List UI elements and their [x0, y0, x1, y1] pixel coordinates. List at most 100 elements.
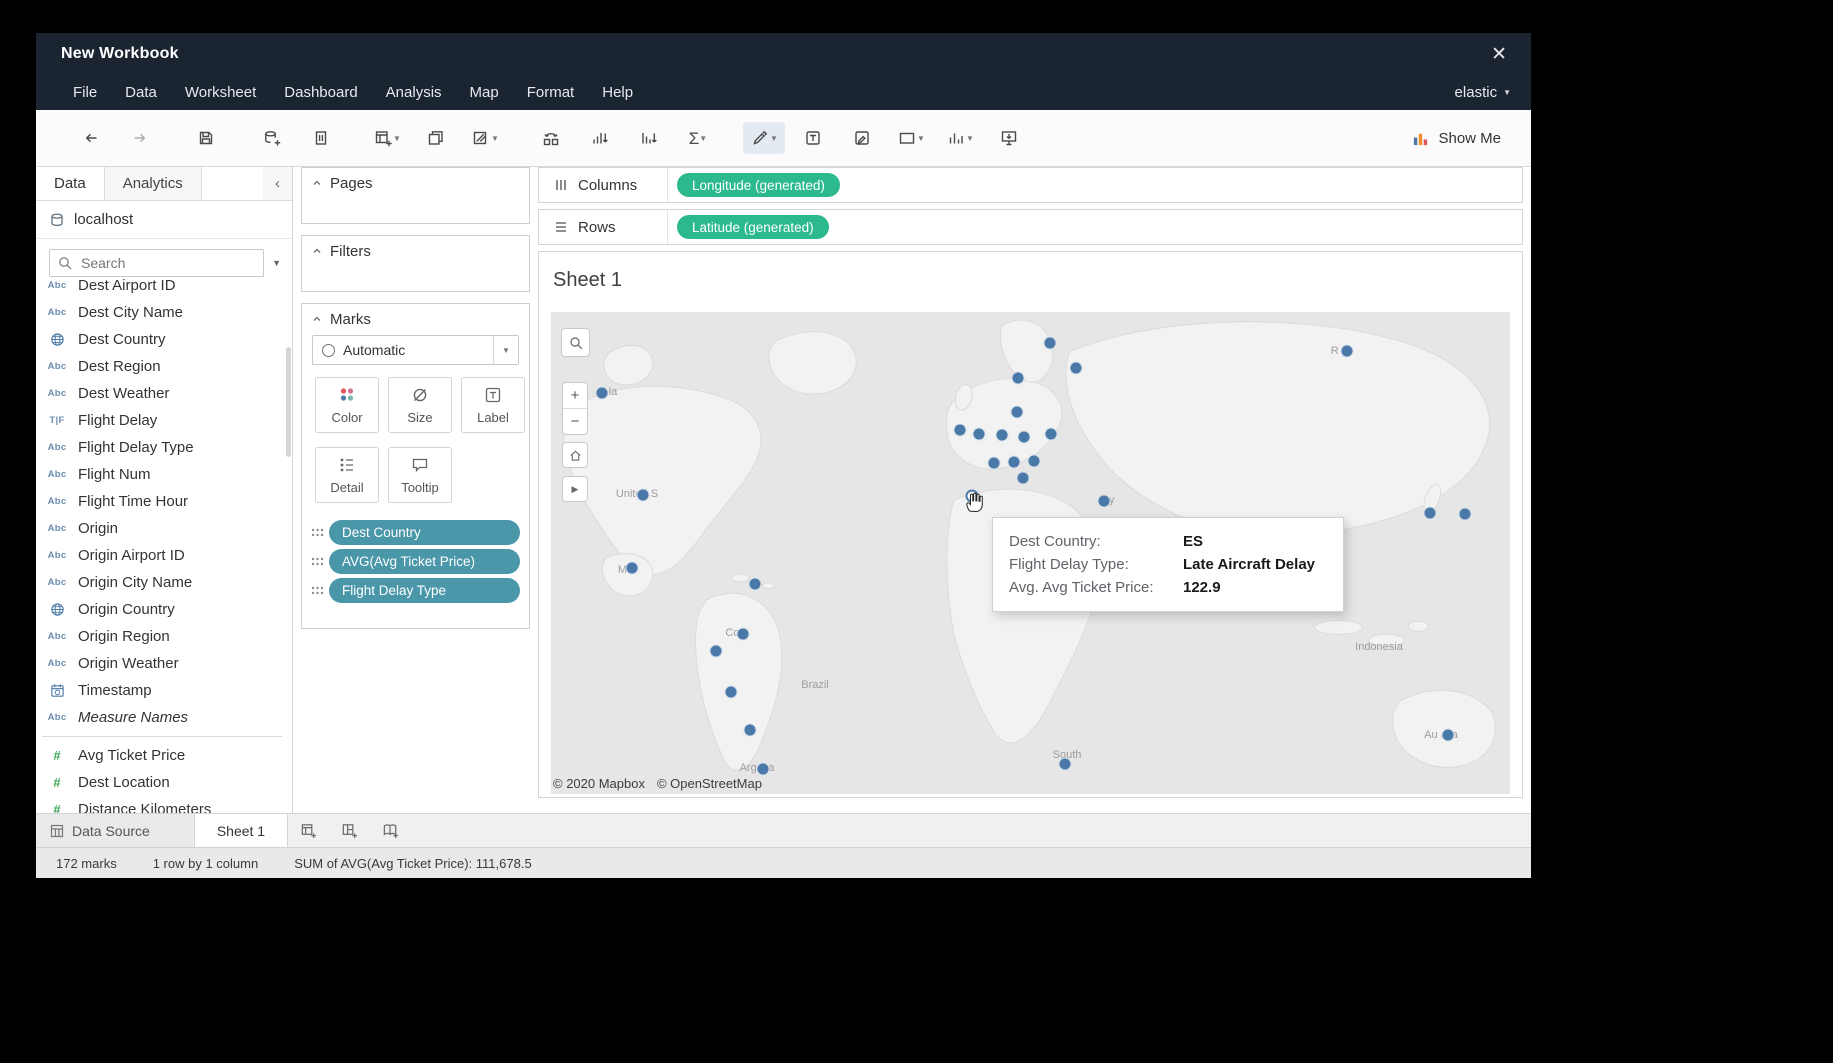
map-mark[interactable]: [1008, 456, 1021, 469]
map-mark[interactable]: [996, 429, 1009, 442]
label-button[interactable]: Label: [461, 377, 525, 433]
map-mark[interactable]: [1059, 758, 1072, 771]
field-dest-weather[interactable]: AbcDest Weather: [36, 380, 292, 407]
field-origin-country[interactable]: Origin Country: [36, 596, 292, 623]
mapbox-attribution-link[interactable]: © 2020 Mapbox: [553, 776, 645, 791]
menu-item-worksheet[interactable]: Worksheet: [185, 84, 256, 101]
new-dashboard-tab-button[interactable]: [329, 814, 370, 847]
field-dest-country[interactable]: Dest Country: [36, 326, 292, 353]
map-home-button[interactable]: [562, 442, 588, 468]
show-mark-labels-button[interactable]: [792, 122, 834, 154]
detail-button[interactable]: Detail: [315, 447, 379, 503]
map-mark[interactable]: [1459, 508, 1472, 521]
field-flight-delay-type[interactable]: AbcFlight Delay Type: [36, 434, 292, 461]
zoom-in-button[interactable]: +: [563, 383, 587, 409]
undo-button[interactable]: [70, 122, 112, 154]
map-mark[interactable]: [1011, 406, 1024, 419]
pages-card[interactable]: Pages: [301, 167, 530, 224]
map-canvas[interactable]: laUnited SM oCo aBrazilArg inaAlgSouthT …: [551, 312, 1510, 794]
field-origin-city-name[interactable]: AbcOrigin City Name: [36, 569, 292, 596]
highlight-button[interactable]: ▼: [743, 122, 785, 154]
map-mark[interactable]: [1098, 495, 1111, 508]
duplicate-sheet-button[interactable]: [415, 122, 457, 154]
map-mark[interactable]: [1341, 345, 1354, 358]
menu-item-file[interactable]: File: [73, 84, 97, 101]
menu-item-help[interactable]: Help: [602, 84, 633, 101]
fit-button[interactable]: ▼: [890, 122, 932, 154]
map-mark[interactable]: [710, 645, 723, 658]
map-mark[interactable]: [725, 686, 738, 699]
menu-item-analysis[interactable]: Analysis: [386, 84, 442, 101]
color-button[interactable]: Color: [315, 377, 379, 433]
tab-data-source[interactable]: Data Source: [36, 814, 195, 847]
size-button[interactable]: Size: [388, 377, 452, 433]
map-mark[interactable]: [737, 628, 750, 641]
save-button[interactable]: [185, 122, 227, 154]
map-mark[interactable]: [973, 428, 986, 441]
map-mark[interactable]: [1017, 472, 1030, 485]
map-mark[interactable]: [1442, 729, 1455, 742]
map-mark[interactable]: [637, 489, 650, 502]
marks-pill[interactable]: Flight Delay Type: [329, 578, 520, 603]
new-worksheet-button[interactable]: ▼: [366, 122, 408, 154]
map-mark[interactable]: [1018, 431, 1031, 444]
filters-card-header[interactable]: Filters: [302, 236, 529, 266]
field-origin-weather[interactable]: AbcOrigin Weather: [36, 650, 292, 677]
osm-attribution-link[interactable]: © OpenStreetMap: [657, 776, 762, 791]
tab-data[interactable]: Data: [36, 167, 105, 200]
field-origin-airport-id[interactable]: AbcOrigin Airport ID: [36, 542, 292, 569]
map-mark[interactable]: [954, 424, 967, 437]
new-worksheet-tab-button[interactable]: [288, 814, 329, 847]
close-icon[interactable]: ✕: [1491, 43, 1531, 66]
field-flight-delay[interactable]: T|FFlight Delay: [36, 407, 292, 434]
swap-rows-columns-button[interactable]: [530, 122, 572, 154]
show-hide-cards-button[interactable]: ▼: [939, 122, 981, 154]
columns-pill[interactable]: Longitude (generated): [677, 173, 840, 197]
field-dest-location[interactable]: #Dest Location: [36, 769, 292, 796]
menu-item-data[interactable]: Data: [125, 84, 157, 101]
map-mark[interactable]: [596, 387, 609, 400]
show-me-button[interactable]: Show Me: [1412, 130, 1501, 147]
map-search-button[interactable]: [561, 328, 590, 357]
columns-shelf[interactable]: Columns Longitude (generated): [538, 167, 1523, 203]
scrollbar-thumb[interactable]: [286, 347, 291, 457]
map-mark[interactable]: [1424, 507, 1437, 520]
field-dest-airport-id[interactable]: AbcDest Airport ID: [36, 272, 292, 299]
tab-analytics[interactable]: Analytics: [105, 167, 202, 200]
map-controls-expand-button[interactable]: ▶: [562, 476, 588, 502]
menu-item-dashboard[interactable]: Dashboard: [284, 84, 357, 101]
map-mark[interactable]: [744, 724, 757, 737]
map-mark[interactable]: [749, 578, 762, 591]
account-menu[interactable]: elastic ▼: [1455, 84, 1531, 101]
marks-pill[interactable]: Dest Country: [329, 520, 520, 545]
menu-item-map[interactable]: Map: [470, 84, 499, 101]
field-origin-region[interactable]: AbcOrigin Region: [36, 623, 292, 650]
map-mark-hovered[interactable]: [966, 490, 979, 503]
rows-pill[interactable]: Latitude (generated): [677, 215, 829, 239]
field-measure-names[interactable]: AbcMeasure Names: [36, 704, 292, 731]
map-mark[interactable]: [626, 562, 639, 575]
new-story-tab-button[interactable]: [370, 814, 411, 847]
clear-sheet-button[interactable]: ▼: [464, 122, 506, 154]
zoom-out-button[interactable]: −: [563, 409, 587, 434]
field-origin[interactable]: AbcOrigin: [36, 515, 292, 542]
pages-card-header[interactable]: Pages: [302, 168, 529, 198]
menu-item-format[interactable]: Format: [527, 84, 575, 101]
filters-card[interactable]: Filters: [301, 235, 530, 292]
rows-shelf[interactable]: Rows Latitude (generated): [538, 209, 1523, 245]
field-flight-num[interactable]: AbcFlight Num: [36, 461, 292, 488]
redo-button[interactable]: [119, 122, 161, 154]
field-avg-ticket-price[interactable]: #Avg Ticket Price: [36, 742, 292, 769]
pause-auto-updates-button[interactable]: [300, 122, 342, 154]
marks-card-header[interactable]: Marks: [302, 304, 529, 334]
field-distance-kilometers[interactable]: #Distance Kilometers: [36, 796, 292, 813]
map-mark[interactable]: [1070, 362, 1083, 375]
search-options-icon[interactable]: ▼: [269, 258, 284, 268]
datasource-row[interactable]: localhost: [36, 201, 292, 239]
field-dest-region[interactable]: AbcDest Region: [36, 353, 292, 380]
tab-sheet-1[interactable]: Sheet 1: [195, 814, 288, 847]
presentation-mode-button[interactable]: [988, 122, 1030, 154]
sort-ascending-button[interactable]: [579, 122, 621, 154]
new-data-source-button[interactable]: [251, 122, 293, 154]
map-mark[interactable]: [757, 763, 770, 776]
